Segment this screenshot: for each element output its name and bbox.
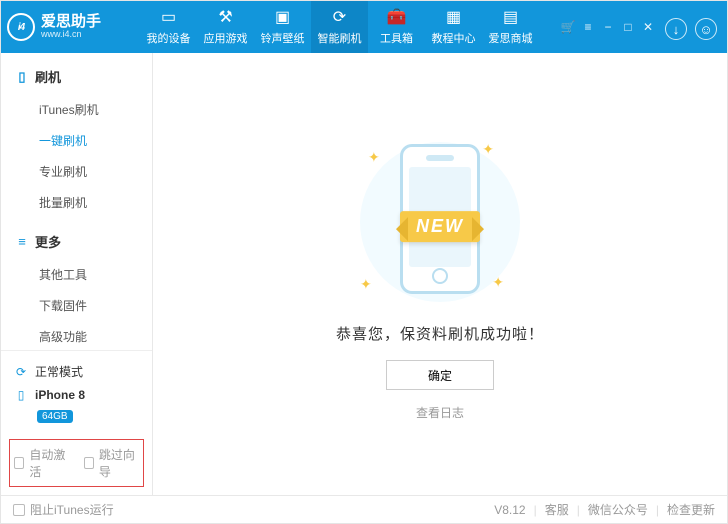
sync-small-icon: ⟳ xyxy=(13,365,29,379)
phone-small-icon: ▯ xyxy=(15,69,29,85)
sidebar-scroll: ▯刷机 iTunes刷机 一键刷机 专业刷机 批量刷机 ≡更多 其他工具 下载固… xyxy=(1,53,152,350)
capacity-badge: 64GB xyxy=(37,410,73,423)
sidebar: ▯刷机 iTunes刷机 一键刷机 专业刷机 批量刷机 ≡更多 其他工具 下载固… xyxy=(1,53,153,495)
book-icon: ▦ xyxy=(445,8,463,26)
sidebar-item-other-tools[interactable]: 其他工具 xyxy=(1,259,152,290)
tray-icons: 🛒 ≡ − □ ✕ xyxy=(562,21,658,33)
sync-icon: ⟳ xyxy=(331,8,349,26)
capacity-row: 64GB xyxy=(13,406,140,427)
nav-tutorials[interactable]: ▦教程中心 xyxy=(425,1,482,53)
more-icon: ≡ xyxy=(15,234,29,249)
main-area: ▯刷机 iTunes刷机 一键刷机 专业刷机 批量刷机 ≡更多 其他工具 下载固… xyxy=(1,53,727,495)
nav-tabs: ▭我的设备 ⚒应用游戏 ▣铃声壁纸 ⟳智能刷机 🧰工具箱 ▦教程中心 ▤爱思商城 xyxy=(140,1,539,53)
sparkle-icon: ✦ xyxy=(360,276,372,293)
nav-ringtones[interactable]: ▣铃声壁纸 xyxy=(254,1,311,53)
sidebar-section-flash: ▯刷机 xyxy=(1,61,152,92)
footer-link-wechat[interactable]: 微信公众号 xyxy=(588,501,648,518)
phone-icon: ▭ xyxy=(160,8,178,26)
download-button[interactable]: ↓ xyxy=(665,18,687,40)
logo-badge: i4 xyxy=(7,13,35,41)
titlebar: i4 爱思助手 www.i4.cn ▭我的设备 ⚒应用游戏 ▣铃声壁纸 ⟳智能刷… xyxy=(1,1,727,53)
apps-icon: ⚒ xyxy=(217,8,235,26)
minimize-icon[interactable]: − xyxy=(602,21,614,33)
nav-my-device[interactable]: ▭我的设备 xyxy=(140,1,197,53)
sparkle-icon: ✦ xyxy=(482,141,494,158)
phone-status-icon: ▯ xyxy=(13,388,29,402)
cart-icon[interactable]: 🛒 xyxy=(562,21,574,33)
sparkle-icon: ✦ xyxy=(492,274,504,291)
sidebar-item-batch-flash[interactable]: 批量刷机 xyxy=(1,187,152,218)
sparkle-icon: ✦ xyxy=(368,149,380,166)
app-window: i4 爱思助手 www.i4.cn ▭我的设备 ⚒应用游戏 ▣铃声壁纸 ⟳智能刷… xyxy=(0,0,728,524)
version-label: V8.12 xyxy=(494,503,525,517)
content-area: ✦ ✦ ✦ ✦ NEW 恭喜您，保资料刷机成功啦！ 确定 查看日志 xyxy=(153,53,727,495)
sidebar-section-more: ≡更多 xyxy=(1,226,152,257)
menu-icon[interactable]: ≡ xyxy=(582,21,594,33)
checkbox-box xyxy=(14,457,24,469)
close-icon[interactable]: ✕ xyxy=(642,21,654,33)
store-icon: ▤ xyxy=(502,8,520,26)
success-illustration: ✦ ✦ ✦ ✦ NEW xyxy=(340,137,540,307)
checkbox-box xyxy=(13,504,25,516)
ok-button[interactable]: 确定 xyxy=(386,360,494,390)
app-url: www.i4.cn xyxy=(41,29,101,40)
success-message: 恭喜您，保资料刷机成功啦！ xyxy=(336,323,544,344)
maximize-icon[interactable]: □ xyxy=(622,21,634,33)
nav-flash[interactable]: ⟳智能刷机 xyxy=(311,1,368,53)
footer-link-update[interactable]: 检查更新 xyxy=(667,501,715,518)
new-ribbon: NEW xyxy=(400,211,480,242)
window-controls: 🛒 ≡ − □ ✕ ↓ ☺ xyxy=(562,14,727,40)
sidebar-item-oneclick-flash[interactable]: 一键刷机 xyxy=(1,125,152,156)
checkbox-box xyxy=(84,457,94,469)
sidebar-item-advanced[interactable]: 高级功能 xyxy=(1,321,152,350)
image-icon: ▣ xyxy=(274,8,292,26)
app-title: 爱思助手 xyxy=(41,14,101,29)
view-log-link[interactable]: 查看日志 xyxy=(416,404,464,421)
device-status: ⟳正常模式 ▯iPhone 8 64GB xyxy=(1,350,152,435)
nav-tools[interactable]: 🧰工具箱 xyxy=(368,1,425,53)
checkbox-skip-guide[interactable]: 跳过向导 xyxy=(84,446,140,480)
status-bar: 阻止iTunes运行 V8.12| 客服| 微信公众号| 检查更新 xyxy=(1,495,727,523)
nav-apps[interactable]: ⚒应用游戏 xyxy=(197,1,254,53)
sidebar-item-download-firmware[interactable]: 下载固件 xyxy=(1,290,152,321)
footer-link-support[interactable]: 客服 xyxy=(545,501,569,518)
logo-text: 爱思助手 www.i4.cn xyxy=(41,14,101,40)
checkbox-block-itunes[interactable]: 阻止iTunes运行 xyxy=(13,501,114,518)
sidebar-item-itunes-flash[interactable]: iTunes刷机 xyxy=(1,94,152,125)
sidebar-item-pro-flash[interactable]: 专业刷机 xyxy=(1,156,152,187)
checkbox-auto-activate[interactable]: 自动激活 xyxy=(14,446,70,480)
user-button[interactable]: ☺ xyxy=(695,18,717,40)
device-row: ▯iPhone 8 xyxy=(13,384,140,406)
nav-store[interactable]: ▤爱思商城 xyxy=(482,1,539,53)
options-block: 自动激活 跳过向导 xyxy=(9,439,144,487)
toolbox-icon: 🧰 xyxy=(388,8,406,26)
logo: i4 爱思助手 www.i4.cn xyxy=(7,13,140,41)
mode-row: ⟳正常模式 xyxy=(13,359,140,384)
